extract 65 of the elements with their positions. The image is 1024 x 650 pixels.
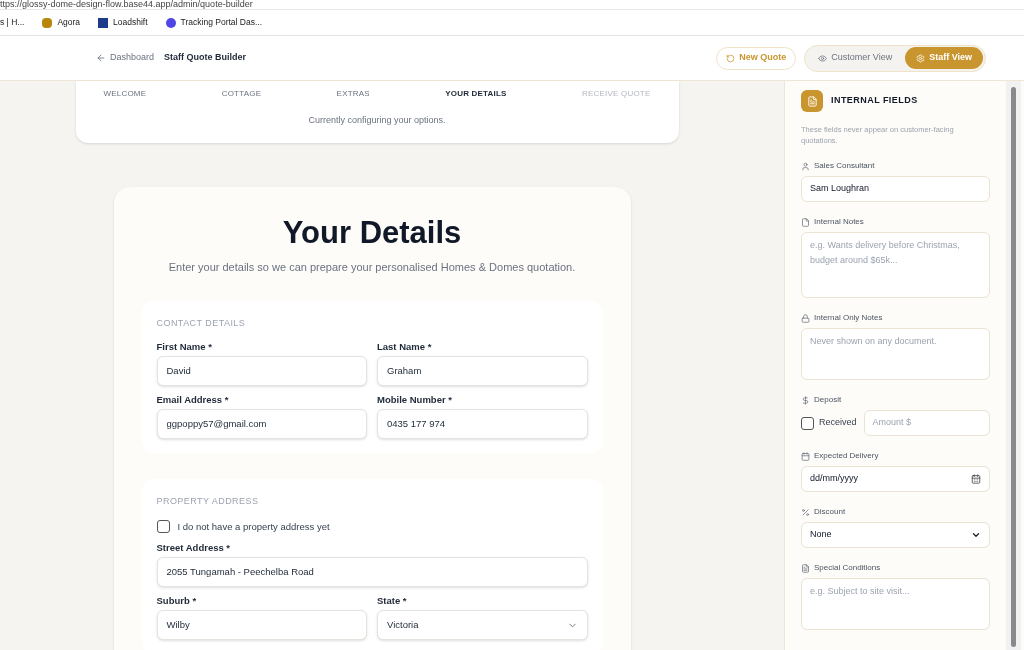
view-tab[interactable]: Customer View (807, 47, 904, 69)
dollar-icon (801, 395, 810, 405)
bookmark-icon (98, 17, 109, 28)
address-bar-url[interactable]: ttps://glossy-dome-design-flow.base44.app/admin/quote-builder (0, 0, 253, 9)
percent-icon (801, 507, 810, 517)
input-field[interactable]: Graham (377, 355, 588, 386)
gear-icon (916, 53, 926, 63)
calendar-icon (971, 474, 981, 484)
document-icon (801, 563, 810, 573)
input-field[interactable]: Sam Loughran (801, 176, 990, 202)
lock-icon (801, 313, 810, 323)
checkbox[interactable] (156, 520, 170, 534)
field-label: Expected Delivery (814, 450, 879, 462)
step-label: WELCOME (103, 88, 147, 100)
bookmark[interactable]: Agora (42, 16, 81, 29)
section-heading: PROPERTY ADDRESS (156, 495, 260, 508)
person-icon (801, 161, 810, 171)
file-icon (801, 217, 810, 227)
checkbox[interactable] (801, 416, 814, 430)
field-label: Mobile Number * (377, 392, 453, 407)
eye-icon (818, 53, 828, 63)
field-label: Street Address * (156, 540, 232, 555)
form-title: Your Details (282, 213, 462, 252)
section-heading: CONTACT DETAILS (156, 317, 247, 330)
field-label: Special Conditions (814, 562, 881, 574)
form-subtitle: Enter your details so we can prepare your personalised Homes & Domes quotation. (168, 259, 576, 275)
step-label: EXTRAS (336, 88, 370, 100)
field-label: Sales Consultant (814, 160, 875, 172)
field-label: Suburb * (156, 594, 198, 608)
page-title: Staff Quote Builder (164, 51, 247, 65)
field-label: First Name * (156, 339, 213, 354)
calendar-icon (801, 451, 810, 461)
field-label: Last Name * (377, 339, 433, 354)
input-field[interactable]: ggpoppy57@gmail.com (156, 409, 367, 439)
checkbox-label: Received (819, 416, 857, 430)
field-label: Internal Only Notes (814, 312, 883, 324)
field-label: Discount (814, 506, 846, 518)
field-label: State * (377, 594, 408, 608)
input-field[interactable]: 0435 177 974 (377, 409, 588, 439)
step-label: YOUR DETAILS (445, 88, 507, 100)
bookmark-icon (42, 17, 53, 28)
select-field[interactable]: Victoria (377, 610, 588, 641)
chevron-down-icon (971, 530, 981, 540)
step-label: RECEIVE QUOTE (582, 88, 651, 100)
refresh-icon (726, 53, 736, 63)
input-field[interactable]: Wilby (156, 610, 367, 641)
arrow-left-icon (96, 53, 106, 63)
select-field[interactable]: None (801, 522, 990, 548)
field-label: Internal Notes (814, 216, 864, 228)
step-label: COTTAGE (221, 88, 262, 100)
input-field[interactable]: David (156, 355, 367, 386)
step-caption: Currently configuring your options. (308, 114, 446, 127)
field-label: Email Address * (156, 392, 230, 407)
bookmark[interactable]: s | H... (0, 16, 25, 29)
bookmark[interactable]: Loadshift (98, 16, 148, 29)
checkbox-label: I do not have a property address yet (177, 519, 330, 534)
bookmark[interactable]: Tracking Portal Das... (165, 16, 262, 29)
bookmark-icon (165, 17, 176, 28)
panel-title: INTERNAL FIELDS (831, 94, 918, 108)
input-field[interactable]: 2055 Tungamah - Peechelba Road (156, 557, 588, 587)
field-label: Deposit (814, 394, 842, 406)
document-icon (801, 90, 823, 112)
date-field[interactable]: dd/mm/yyyy (801, 466, 990, 492)
back-link[interactable]: Dashboard (96, 51, 155, 65)
scrollbar[interactable] (1006, 81, 1021, 650)
